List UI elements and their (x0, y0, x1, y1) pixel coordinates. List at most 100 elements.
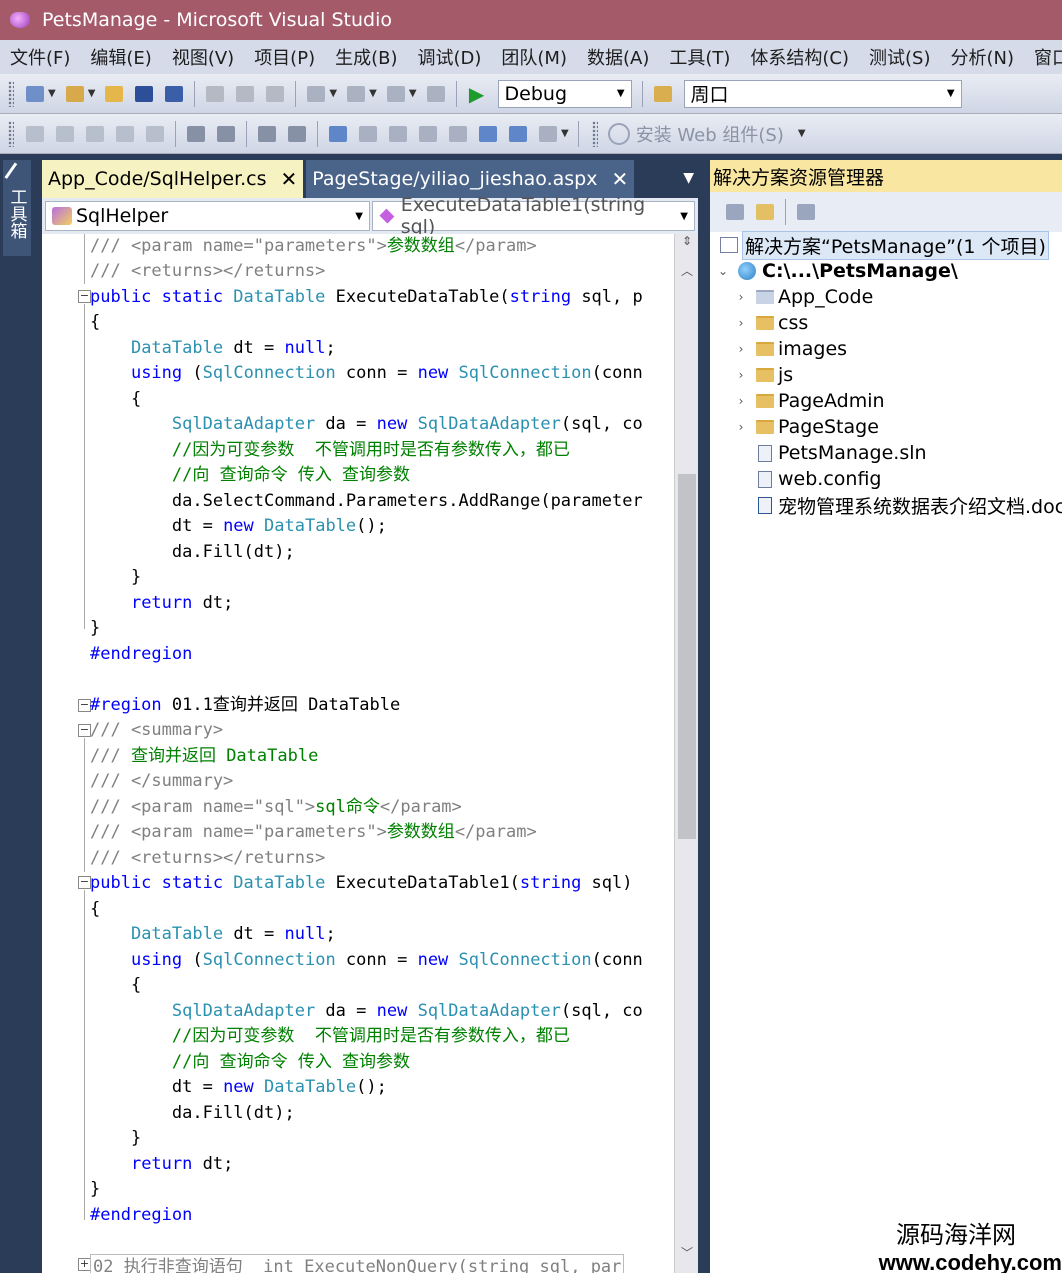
tab-label: PageStage/yiliao_jieshao.aspx (312, 168, 598, 190)
bookmark-folder-prev-icon[interactable] (415, 121, 441, 147)
find-combo[interactable]: 周口 ▼ (683, 79, 962, 108)
chevron-down-icon[interactable]: ▼ (369, 88, 377, 99)
comment-icon[interactable] (254, 121, 280, 147)
menu-view[interactable]: 视图(V) (162, 44, 244, 70)
chevron-right-icon[interactable]: › (734, 290, 748, 304)
toolbox-tab[interactable]: 工具箱 (3, 160, 31, 256)
member-dropdown[interactable]: ExecuteDataTable1(string sql) ▼ (372, 194, 695, 238)
bookmark-doc-next-icon[interactable] (505, 121, 531, 147)
chevron-down-icon[interactable]: ▼ (798, 128, 806, 139)
chevron-right-icon[interactable]: › (734, 316, 748, 330)
layout-tool-icon[interactable] (82, 121, 108, 147)
tree-item-web-config[interactable]: web.config (758, 466, 881, 492)
menu-analyze[interactable]: 分析(N) (941, 44, 1025, 70)
toolbar-separator (175, 120, 176, 147)
toolbar-grip[interactable] (8, 80, 14, 107)
solution-configuration-combo[interactable]: Debug ▼ (497, 79, 632, 108)
properties-icon[interactable] (722, 199, 748, 225)
toolbar-grip[interactable] (8, 120, 14, 147)
menu-tools[interactable]: 工具(T) (659, 44, 740, 70)
copy-icon[interactable] (232, 81, 258, 107)
chevron-down-icon[interactable]: ▼ (409, 88, 417, 99)
navigate-backward-icon[interactable] (383, 81, 409, 107)
menu-architecture[interactable]: 体系结构(C) (740, 44, 859, 70)
tree-item-css[interactable]: › css (734, 310, 809, 336)
collapsed-region[interactable]: 02 执行非查询语句 int ExecuteNonQuery(string sq… (90, 1254, 625, 1273)
tree-item-pagestage[interactable]: › PageStage (734, 414, 879, 440)
class-dropdown[interactable]: SqlHelper ▼ (45, 201, 370, 231)
scroll-up-icon[interactable]: ︿ (675, 262, 698, 279)
chevron-down-icon[interactable]: ▼ (329, 88, 337, 99)
paste-icon[interactable] (262, 81, 288, 107)
save-icon[interactable] (131, 81, 157, 107)
chevron-down-icon[interactable]: ▼ (48, 88, 56, 99)
chevron-down-icon[interactable]: ▼ (947, 88, 955, 99)
scrollbar-thumb[interactable] (678, 474, 696, 839)
chevron-right-icon[interactable]: › (734, 420, 748, 434)
uncomment-icon[interactable] (284, 121, 310, 147)
tree-item-project[interactable]: ⌄ C:\...\PetsManage\ (716, 258, 958, 284)
tree-item-sln[interactable]: PetsManage.sln (758, 440, 927, 466)
chevron-right-icon[interactable]: › (734, 394, 748, 408)
close-icon[interactable]: ✕ (611, 167, 628, 191)
menu-team[interactable]: 团队(M) (491, 44, 577, 70)
tab-sqlhelper[interactable]: App_Code/SqlHelper.cs ✕ (42, 160, 304, 198)
tree-item-docx[interactable]: 宠物管理系统数据表介绍文档.docx (758, 492, 1062, 518)
save-all-icon[interactable] (161, 81, 187, 107)
layout-tool-icon[interactable] (22, 121, 48, 147)
align-icon[interactable] (183, 121, 209, 147)
menu-window[interactable]: 窗口(W (1024, 44, 1062, 70)
chevron-right-icon[interactable]: › (734, 342, 748, 356)
bookmark-doc-prev-icon[interactable] (475, 121, 501, 147)
menu-debug[interactable]: 调试(D) (408, 44, 492, 70)
tab-yiliao-jieshao[interactable]: PageStage/yiliao_jieshao.aspx ✕ (306, 160, 635, 198)
tree-item-app-code[interactable]: › App_Code (734, 284, 874, 310)
bookmark-prev-icon[interactable] (355, 121, 381, 147)
vertical-scrollbar[interactable]: ⇕ ︿ ﹀ (674, 234, 698, 1273)
toolbar-grip[interactable] (591, 120, 598, 147)
clear-bookmarks-icon[interactable] (535, 121, 561, 147)
chevron-right-icon[interactable]: › (734, 368, 748, 382)
menu-edit[interactable]: 编辑(E) (80, 44, 161, 70)
align-icon[interactable] (213, 121, 239, 147)
chevron-down-icon[interactable]: ▼ (88, 88, 96, 99)
find-in-files-icon[interactable] (650, 81, 676, 107)
new-project-icon[interactable] (22, 81, 48, 107)
show-all-files-icon[interactable] (752, 199, 778, 225)
menu-project[interactable]: 项目(P) (244, 44, 325, 70)
scroll-down-icon[interactable]: ﹀ (675, 1244, 698, 1261)
tab-menu-icon[interactable]: ▼ (683, 170, 694, 186)
chevron-down-icon[interactable]: ▼ (561, 128, 569, 139)
tree-item-pageadmin[interactable]: › PageAdmin (734, 388, 885, 414)
tree-item-js[interactable]: › js (734, 362, 794, 388)
menu-build[interactable]: 生成(B) (325, 44, 407, 70)
code-editor[interactable]: − − − − + /// <param name="parameters">参… (42, 234, 698, 1273)
chevron-down-icon[interactable]: ⌄ (716, 264, 730, 278)
undo-icon[interactable] (303, 81, 329, 107)
layout-tool-icon[interactable] (52, 121, 78, 147)
bookmark-icon[interactable] (325, 121, 351, 147)
open-file-icon[interactable] (101, 81, 127, 107)
tree-item-solution[interactable]: 解决方案“PetsManage”(1 个项目) (720, 230, 1049, 260)
bookmark-folder-next-icon[interactable] (445, 121, 471, 147)
start-debugging-icon[interactable]: ▶ (464, 81, 490, 107)
menu-data[interactable]: 数据(A) (577, 44, 659, 70)
add-item-icon[interactable] (62, 81, 88, 107)
tree-item-images[interactable]: › images (734, 336, 848, 362)
bookmark-next-icon[interactable] (385, 121, 411, 147)
navigate-forward-icon[interactable] (423, 81, 449, 107)
layout-tool-icon[interactable] (142, 121, 168, 147)
close-icon[interactable]: ✕ (281, 167, 298, 191)
redo-icon[interactable] (343, 81, 369, 107)
menu-file[interactable]: 文件(F) (0, 44, 80, 70)
cut-icon[interactable] (202, 81, 228, 107)
chevron-down-icon[interactable]: ▼ (617, 88, 625, 99)
install-web-components-button[interactable]: 安装 Web 组件(S) (607, 121, 784, 147)
layout-tool-icon[interactable] (112, 121, 138, 147)
chevron-down-icon[interactable]: ▼ (355, 211, 363, 222)
code-line: //向 查询命令 传入 查询参数 (90, 1052, 411, 1072)
chevron-down-icon[interactable]: ▼ (680, 211, 688, 222)
menu-test[interactable]: 测试(S) (859, 44, 940, 70)
refresh-icon[interactable] (793, 199, 819, 225)
split-icon[interactable]: ⇕ (675, 234, 698, 248)
